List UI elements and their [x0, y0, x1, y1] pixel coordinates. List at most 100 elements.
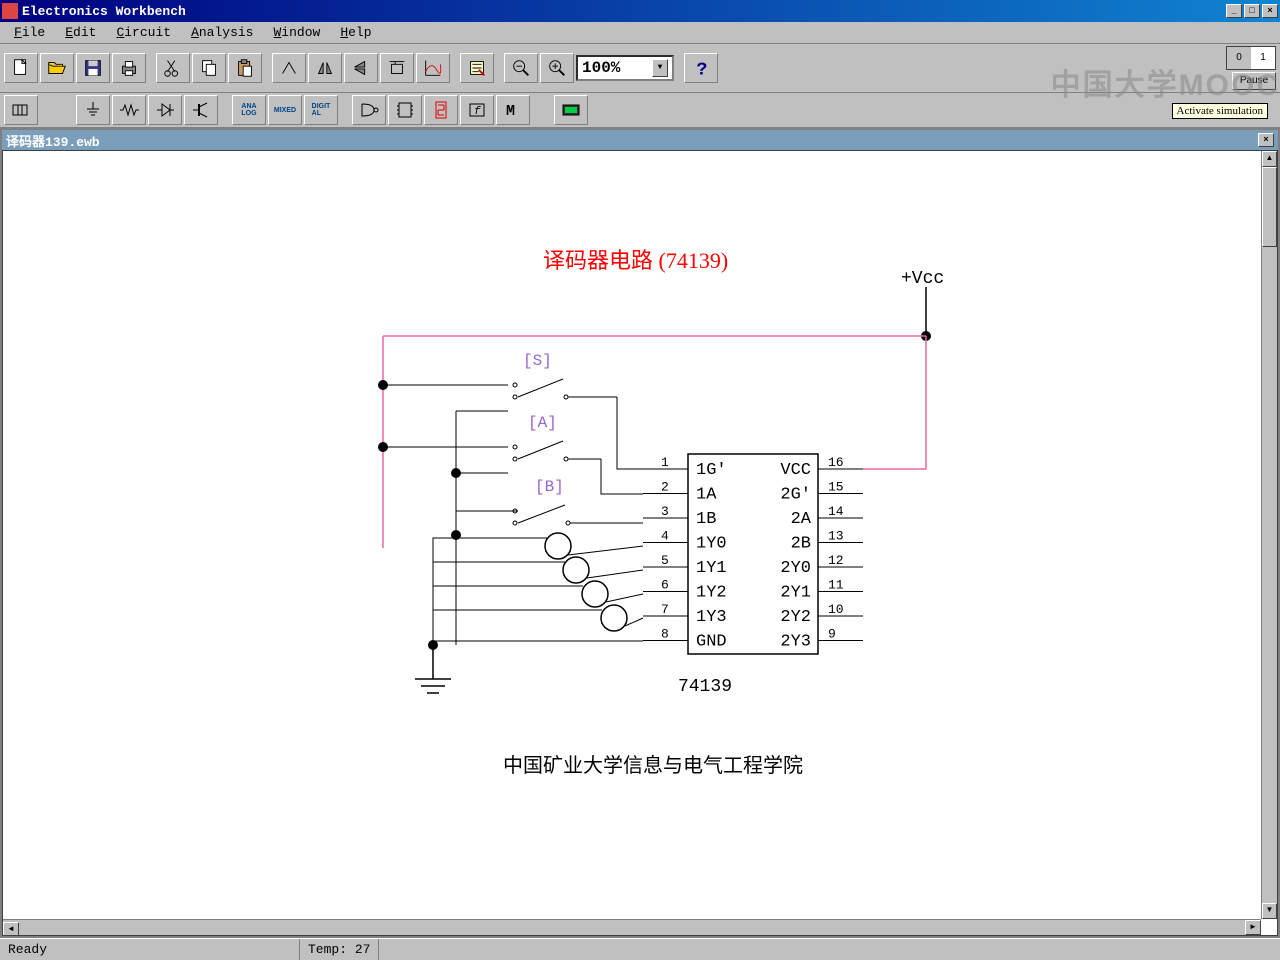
horizontal-scrollbar[interactable]: ◄ ► [3, 919, 1261, 935]
pin-label: 1G' [696, 461, 727, 480]
parts-ic[interactable] [388, 95, 422, 125]
doc-close-button[interactable]: × [1258, 133, 1274, 147]
pin-number: 5 [661, 553, 669, 568]
vertical-scrollbar[interactable]: ▲ ▼ [1261, 151, 1277, 919]
pin-label: 2Y0 [780, 559, 811, 578]
help-button[interactable]: ? [684, 53, 718, 83]
statusbar: Ready Temp: 27 [0, 938, 1280, 960]
chip-label: 74139 [678, 677, 732, 697]
parts-gate[interactable] [352, 95, 386, 125]
pin-label: 1Y1 [696, 559, 727, 578]
pin-label: 2G' [780, 486, 811, 505]
open-button[interactable] [40, 53, 74, 83]
flipv-button[interactable] [344, 53, 378, 83]
menu-circuit[interactable]: Circuit [106, 23, 181, 42]
switch-b-label: [B] [535, 478, 564, 496]
parts-diode[interactable] [148, 95, 182, 125]
doc-title: 译码器139.ewb [6, 131, 1258, 150]
sim-on: 1 [1251, 47, 1275, 69]
properties-button[interactable] [460, 53, 494, 83]
pin-number: 8 [661, 627, 669, 642]
paste-button[interactable] [228, 53, 262, 83]
main-toolbar: 100%▼ ? 0 1 Pause [0, 44, 1280, 93]
sim-off: 0 [1227, 47, 1251, 69]
pin-label: 1A [696, 486, 717, 505]
pin-number: 4 [661, 529, 669, 544]
menubar: File Edit Circuit Analysis Window Help [0, 22, 1280, 44]
scroll-right-icon[interactable]: ► [1245, 920, 1261, 935]
scroll-down-icon[interactable]: ▼ [1262, 903, 1277, 919]
pin-number: 7 [661, 602, 669, 617]
zoomout-button[interactable] [504, 53, 538, 83]
menu-analysis[interactable]: Analysis [181, 23, 263, 42]
pin-number: 9 [828, 627, 836, 642]
pin-number: 16 [828, 455, 844, 470]
pause-button[interactable]: Pause [1232, 72, 1276, 90]
sim-tooltip: Activate simulation [1172, 103, 1268, 119]
scroll-up-icon[interactable]: ▲ [1262, 151, 1277, 167]
pin-number: 11 [828, 578, 844, 593]
parts-transistor[interactable] [184, 95, 218, 125]
pin-label: 1B [696, 510, 716, 529]
pin-number: 1 [661, 455, 669, 470]
menu-file[interactable]: File [4, 23, 55, 42]
menu-window[interactable]: Window [263, 23, 330, 42]
pin-number: 2 [661, 480, 669, 495]
zoom-select[interactable]: 100%▼ [576, 55, 674, 81]
pin-number: 15 [828, 480, 844, 495]
parts-misc[interactable]: M [496, 95, 530, 125]
scroll-left-icon[interactable]: ◄ [3, 922, 19, 936]
canvas[interactable]: 译码器电路 (74139) 中国矿业大学信息与电气工程学院 +Vcc [S] [2, 150, 1278, 936]
parts-ground[interactable] [76, 95, 110, 125]
simulation-switch[interactable]: 0 1 [1226, 46, 1276, 70]
menu-edit[interactable]: Edit [55, 23, 106, 42]
save-button[interactable] [76, 53, 110, 83]
doc-titlebar: 译码器139.ewb × [2, 130, 1278, 150]
pin-label: VCC [780, 461, 811, 480]
parts-resistor[interactable] [112, 95, 146, 125]
document-area: 译码器139.ewb × 译码器电路 (74139) 中国矿业大学信息与电气工程… [0, 128, 1280, 938]
switch-a-label: [A] [528, 414, 557, 432]
schematic: +Vcc [S] [A] [3, 151, 1243, 911]
pin-number: 12 [828, 553, 844, 568]
pin-label: 1Y2 [696, 584, 727, 603]
svg-text:?: ? [696, 59, 707, 79]
pin-label: GND [696, 633, 727, 652]
zoomin-button[interactable] [540, 53, 574, 83]
chevron-down-icon[interactable]: ▼ [652, 59, 668, 77]
new-button[interactable] [4, 53, 38, 83]
parts-toolbar: ANALOG MIXED DIGITAL f M [0, 93, 1280, 128]
parts-digital[interactable]: DIGITAL [304, 95, 338, 125]
graph-button[interactable] [416, 53, 450, 83]
menu-help[interactable]: Help [330, 23, 381, 42]
titlebar: Electronics Workbench _ □ × [0, 0, 1280, 22]
svg-text:M: M [506, 103, 515, 120]
print-button[interactable] [112, 53, 146, 83]
parts-sources[interactable] [4, 95, 38, 125]
parts-mixed[interactable]: MIXED [268, 95, 302, 125]
maximize-button[interactable]: □ [1244, 4, 1260, 18]
pin-number: 3 [661, 504, 669, 519]
cut-button[interactable] [156, 53, 190, 83]
app-icon [2, 3, 18, 19]
svg-text:f: f [474, 106, 481, 118]
pin-label: 2Y3 [780, 633, 811, 652]
rotate-button[interactable] [272, 53, 306, 83]
parts-control[interactable]: f [460, 95, 494, 125]
subcircuit-button[interactable] [380, 53, 414, 83]
parts-instruments[interactable] [554, 95, 588, 125]
parts-analog[interactable]: ANALOG [232, 95, 266, 125]
minimize-button[interactable]: _ [1226, 4, 1242, 18]
pin-label: 2Y1 [780, 584, 811, 603]
close-button[interactable]: × [1262, 4, 1278, 18]
fliph-button[interactable] [308, 53, 342, 83]
pin-number: 6 [661, 578, 669, 593]
app-title: Electronics Workbench [22, 4, 1226, 19]
pin-label: 1Y0 [696, 535, 727, 554]
parts-display[interactable] [424, 95, 458, 125]
scroll-thumb[interactable] [1262, 167, 1277, 247]
status-ready: Ready [0, 939, 300, 960]
pin-label: 2B [791, 535, 811, 554]
copy-button[interactable] [192, 53, 226, 83]
pin-label: 2A [791, 510, 812, 529]
